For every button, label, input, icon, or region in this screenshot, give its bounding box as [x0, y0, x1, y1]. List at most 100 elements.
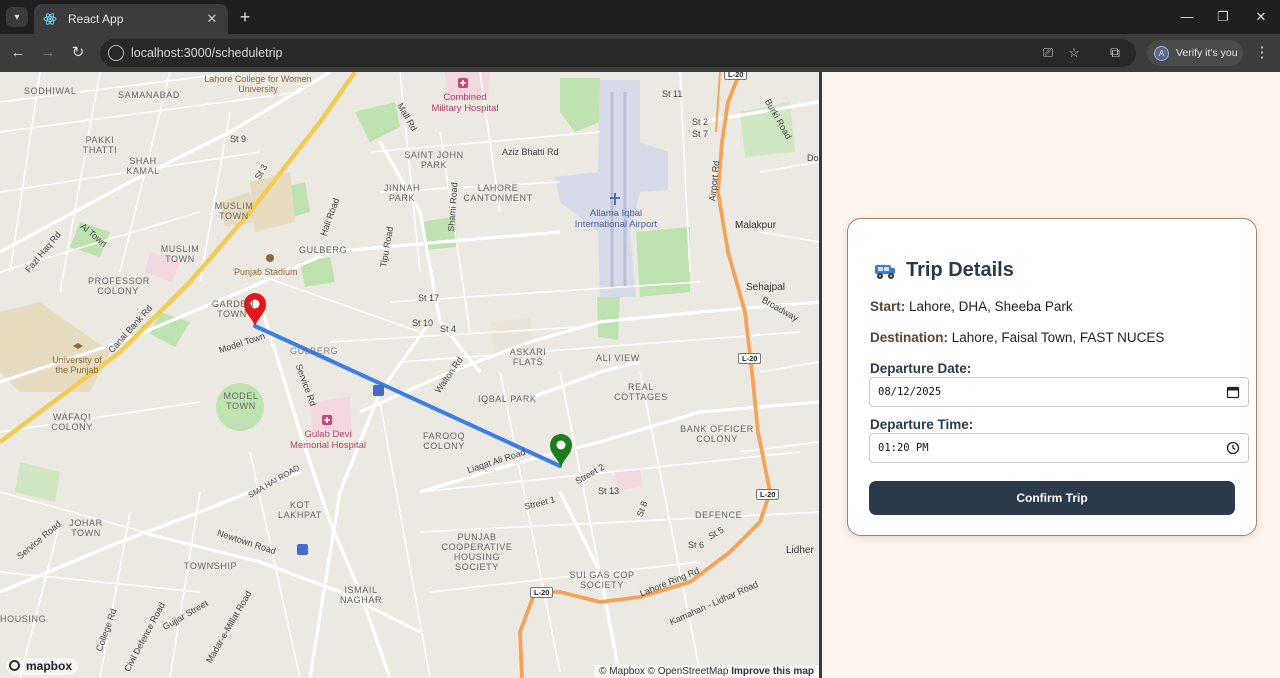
map-area-label: PUNJAB COOPERATIVE HOUSING SOCIETY	[441, 532, 513, 572]
map-road-label: Aziz Bhatti Rd	[502, 147, 559, 157]
chevron-down-icon: ▾	[14, 11, 20, 23]
card-title-text: Trip Details	[906, 259, 1014, 281]
map-area-label: KOT LAKHPAT	[278, 500, 322, 520]
map-view[interactable]: SODHIWAL SAMANABAD PAKKI THATTI SHAH KAM…	[0, 72, 819, 678]
profile-button[interactable]: A Verify it's you	[1147, 40, 1243, 66]
departure-time-value: 01:20 PM	[878, 442, 929, 454]
bookmark-star-icon[interactable]: ☆	[1066, 45, 1082, 61]
back-arrow-icon[interactable]: ←	[7, 42, 29, 64]
destination-line: Destination: Lahore, Faisal Town, FAST N…	[870, 330, 1164, 345]
map-area-label: ALI VIEW	[596, 353, 640, 363]
bus-stop-icon-2	[297, 544, 308, 555]
stadium-icon	[266, 254, 274, 262]
map-area-label: JOHAR TOWN	[69, 518, 103, 538]
avatar: A	[1154, 45, 1169, 61]
map-area-label: HOUSING	[0, 614, 47, 624]
map-area-label: LAHORE CANTONMENT	[463, 183, 533, 203]
map-area-label: SAMANABAD	[118, 90, 180, 100]
map-poi-label: University of the Punjab	[52, 355, 102, 375]
departure-date-field[interactable]: 08/12/2025	[869, 377, 1249, 407]
highway-shield: L-20	[724, 72, 748, 80]
close-window-icon[interactable]: ✕	[1246, 6, 1276, 28]
map-poi-label: Combined Military Hospital	[431, 92, 499, 114]
map-place-label: Sehajpal	[746, 282, 785, 293]
map-road-label: St 7	[692, 129, 709, 139]
bus-stop-icon	[373, 385, 384, 396]
map-area-label: MODEL TOWN	[223, 391, 259, 411]
improve-map-link[interactable]: Improve this map	[731, 666, 814, 677]
destination-label: Destination:	[870, 330, 949, 345]
map-area-label: MUSLIM TOWN	[214, 201, 254, 221]
map-area-label: ISMAIL NAGHAR	[339, 585, 383, 605]
url-text[interactable]: localhost:3000/scheduletrip	[131, 46, 283, 60]
highway-shield: L-20	[738, 353, 762, 364]
map-poi-label: Allama Iqbal International Airport	[574, 208, 658, 230]
map-area-label: ASKARI FLATS	[509, 347, 547, 367]
map-area-label: IQBAL PARK	[478, 394, 537, 404]
kebab-menu-icon[interactable]: ⋮	[1254, 43, 1270, 63]
extensions-puzzle-icon[interactable]: ⧉	[1106, 44, 1124, 62]
map-place-label: Malakpur	[735, 220, 777, 231]
trip-details-card: Trip Details Start: Lahore, DHA, Sheeba …	[847, 218, 1257, 536]
map-poi-label: Gulab Devi Memorial Hospital	[289, 429, 367, 451]
close-icon[interactable]: ✕	[204, 11, 220, 27]
tab-search-button[interactable]: ▾	[6, 7, 28, 27]
map-road-label: St 17	[418, 293, 440, 303]
highway-shield: L-20	[756, 489, 780, 500]
map-attribution: © Mapbox © OpenStreetMap Improve this ma…	[594, 665, 819, 678]
address-bar[interactable]: localhost:3000/scheduletrip ⎚ ☆	[100, 39, 1136, 67]
start-label: Start:	[870, 299, 906, 314]
browser-tab-bar: ▾ React App ✕ + — ❐ ✕	[0, 0, 1280, 34]
map-area-label: BANK OFFICER COLONY	[680, 424, 754, 444]
map-area-label: JINNAH PARK	[383, 183, 421, 203]
map-road-label: St 11	[662, 89, 683, 99]
departure-date-value: 08/12/2025	[878, 386, 942, 398]
browser-toolbar: ← → ↻ localhost:3000/scheduletrip ⎚ ☆ ⧉ …	[0, 34, 1280, 72]
map-poi-label: Punjab Stadium	[234, 267, 298, 277]
start-value: Lahore, DHA, Sheeba Park	[909, 299, 1073, 314]
jeep-icon	[875, 264, 895, 279]
map-road-label: St 13	[598, 486, 620, 496]
install-app-icon[interactable]: ⎚	[1040, 45, 1056, 61]
map-area-label: GARDEN TOWN	[212, 299, 255, 319]
forward-arrow-icon[interactable]: →	[37, 42, 59, 64]
map-place-label: Lidher	[786, 545, 814, 556]
restore-icon[interactable]: ❐	[1208, 6, 1238, 28]
browser-tab[interactable]: React App ✕	[34, 4, 228, 34]
map-area-label: SAINT JOHN PARK	[404, 150, 464, 170]
mapbox-logo[interactable]: mapbox	[6, 658, 79, 675]
map-area-label: REAL COTTAGES	[614, 382, 668, 402]
profile-status-text: Verify it's you	[1176, 47, 1238, 59]
start-line: Start: Lahore, DHA, Sheeba Park	[870, 299, 1073, 314]
map-road-label: St 9	[230, 134, 247, 144]
card-title: Trip Details	[872, 259, 1014, 282]
site-info-icon[interactable]	[108, 45, 124, 61]
map-area-label: SODHIWAL	[24, 86, 77, 96]
confirm-trip-button[interactable]: Confirm Trip	[869, 481, 1235, 515]
departure-time-field[interactable]: 01:20 PM	[869, 433, 1249, 463]
map-area-label: SUI GAS COP SOCIETY	[569, 570, 635, 590]
map-poi-label: Lahore College for Women University	[204, 74, 312, 94]
new-tab-button[interactable]: +	[234, 6, 256, 28]
react-logo-icon	[42, 11, 58, 27]
tab-title: React App	[68, 12, 124, 26]
map-area-label: DEFENCE	[695, 510, 743, 520]
map-road-label: St 10	[412, 318, 434, 328]
map-area-label: WAFAQI COLONY	[51, 412, 93, 432]
map-area-label: SHAH KAMAL	[126, 156, 160, 176]
map-area-label: PAKKI THATTI	[82, 135, 118, 155]
map-area-label: TOWNSHIP	[184, 561, 238, 571]
clock-icon[interactable]	[1226, 441, 1240, 455]
map-area-label: GULBERG	[290, 346, 339, 356]
map-road-label: St 6	[688, 540, 705, 550]
reload-icon[interactable]: ↻	[67, 42, 89, 64]
destination-value: Lahore, Faisal Town, FAST NUCES	[951, 330, 1165, 345]
map-road-label: Do	[807, 153, 819, 163]
departure-time-label: Departure Time:	[870, 417, 974, 432]
minimize-icon[interactable]: —	[1172, 6, 1202, 28]
attribution-text: © Mapbox © OpenStreetMap	[599, 666, 729, 677]
map-area-label: FAROOQ COLONY	[422, 431, 466, 451]
calendar-icon[interactable]	[1226, 385, 1240, 399]
departure-date-label: Departure Date:	[870, 361, 972, 376]
map-area-label: MUSLIM TOWN	[160, 244, 200, 264]
